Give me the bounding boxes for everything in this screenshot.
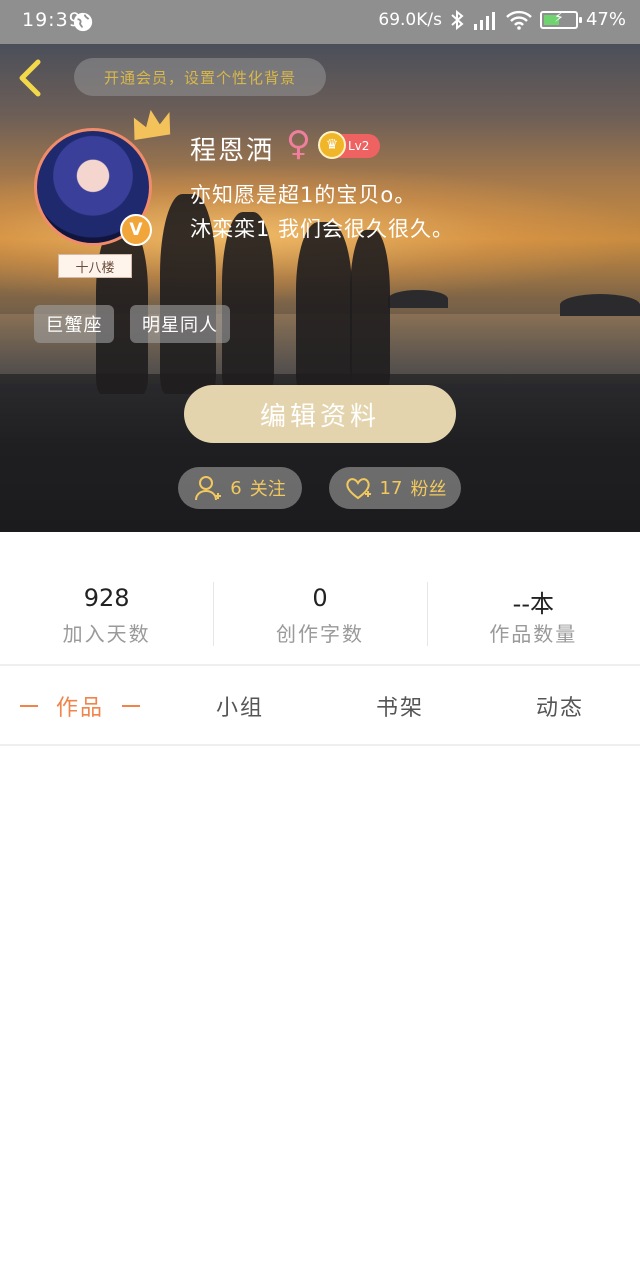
stat-label: 作品数量 [489, 622, 578, 646]
stat-label: 创作字数 [275, 622, 364, 646]
divider [0, 664, 640, 666]
tab-works[interactable]: 作品 [0, 668, 160, 744]
heart-icon [345, 478, 371, 500]
following-label: 关注 [249, 479, 286, 500]
bio-line: 亦知愿是超1的宝贝o。 [190, 183, 417, 207]
tab-content-area [0, 746, 640, 1280]
tab-activity[interactable]: 动态 [480, 668, 640, 744]
active-indicator [19, 705, 38, 707]
tab-label: 作品 [55, 696, 104, 721]
fans-label: 粉丝 [410, 479, 447, 500]
stat-word-count: 0 创作字数 [213, 570, 426, 660]
tab-label: 书架 [375, 696, 424, 721]
status-bar: 19:39 69.0K/s ⚡ 47% [0, 0, 640, 44]
female-gender-icon: ♀ [286, 124, 311, 164]
hd-signal-icon [473, 11, 495, 30]
globe-icon [73, 12, 93, 32]
following-count: 6 [230, 477, 242, 499]
stat-value: 0 [312, 584, 328, 612]
level-crown-icon: ♛ [318, 131, 346, 159]
network-speed: 69.0K/s [378, 9, 442, 30]
bio-line: 沐栾栾1 我们会很久很久。 [190, 217, 455, 241]
bluetooth-icon [451, 9, 464, 30]
active-indicator [122, 705, 140, 707]
tag-interest[interactable]: 明星同人 [130, 305, 230, 343]
following-button[interactable]: 6 关注 [178, 467, 302, 509]
tab-groups[interactable]: 小组 [160, 668, 320, 744]
battery-percent: 47% [585, 9, 626, 30]
tab-label: 动态 [535, 696, 584, 721]
add-user-icon [195, 476, 222, 501]
tag-zodiac[interactable]: 巨蟹座 [34, 305, 114, 343]
user-bio: 亦知愿是超1的宝贝o。 沐栾栾1 我们会很久很久。 [190, 178, 454, 246]
vip-background-banner[interactable]: 开通会员，设置个性化背景 [74, 58, 326, 96]
username: 程恩洒 [190, 136, 275, 166]
profile-header-background[interactable] [0, 44, 640, 532]
stat-works-count: --本 作品数量 [426, 570, 640, 660]
status-right: 69.0K/s ⚡ 47% [378, 9, 626, 30]
fans-button[interactable]: 17 粉丝 [329, 467, 461, 509]
wifi-icon [506, 10, 532, 30]
tab-bookshelf[interactable]: 书架 [320, 668, 480, 744]
fans-count: 17 [379, 477, 403, 499]
stat-join-days: 928 加入天数 [0, 570, 213, 660]
battery-charging-icon: ⚡ [539, 10, 582, 29]
stat-value: --本 [512, 590, 554, 618]
profile-tabs: 作品 小组 书架 动态 [0, 668, 640, 744]
edit-profile-button[interactable]: 编辑资料 [184, 385, 456, 443]
stat-value: 928 [83, 584, 130, 612]
tab-label: 小组 [215, 696, 264, 721]
back-arrow-icon[interactable] [14, 56, 48, 100]
floor-tag: 十八楼 [58, 254, 132, 278]
stat-label: 加入天数 [62, 622, 151, 646]
verified-badge: V [120, 214, 152, 246]
profile-stats: 928 加入天数 0 创作字数 --本 作品数量 [0, 570, 640, 660]
